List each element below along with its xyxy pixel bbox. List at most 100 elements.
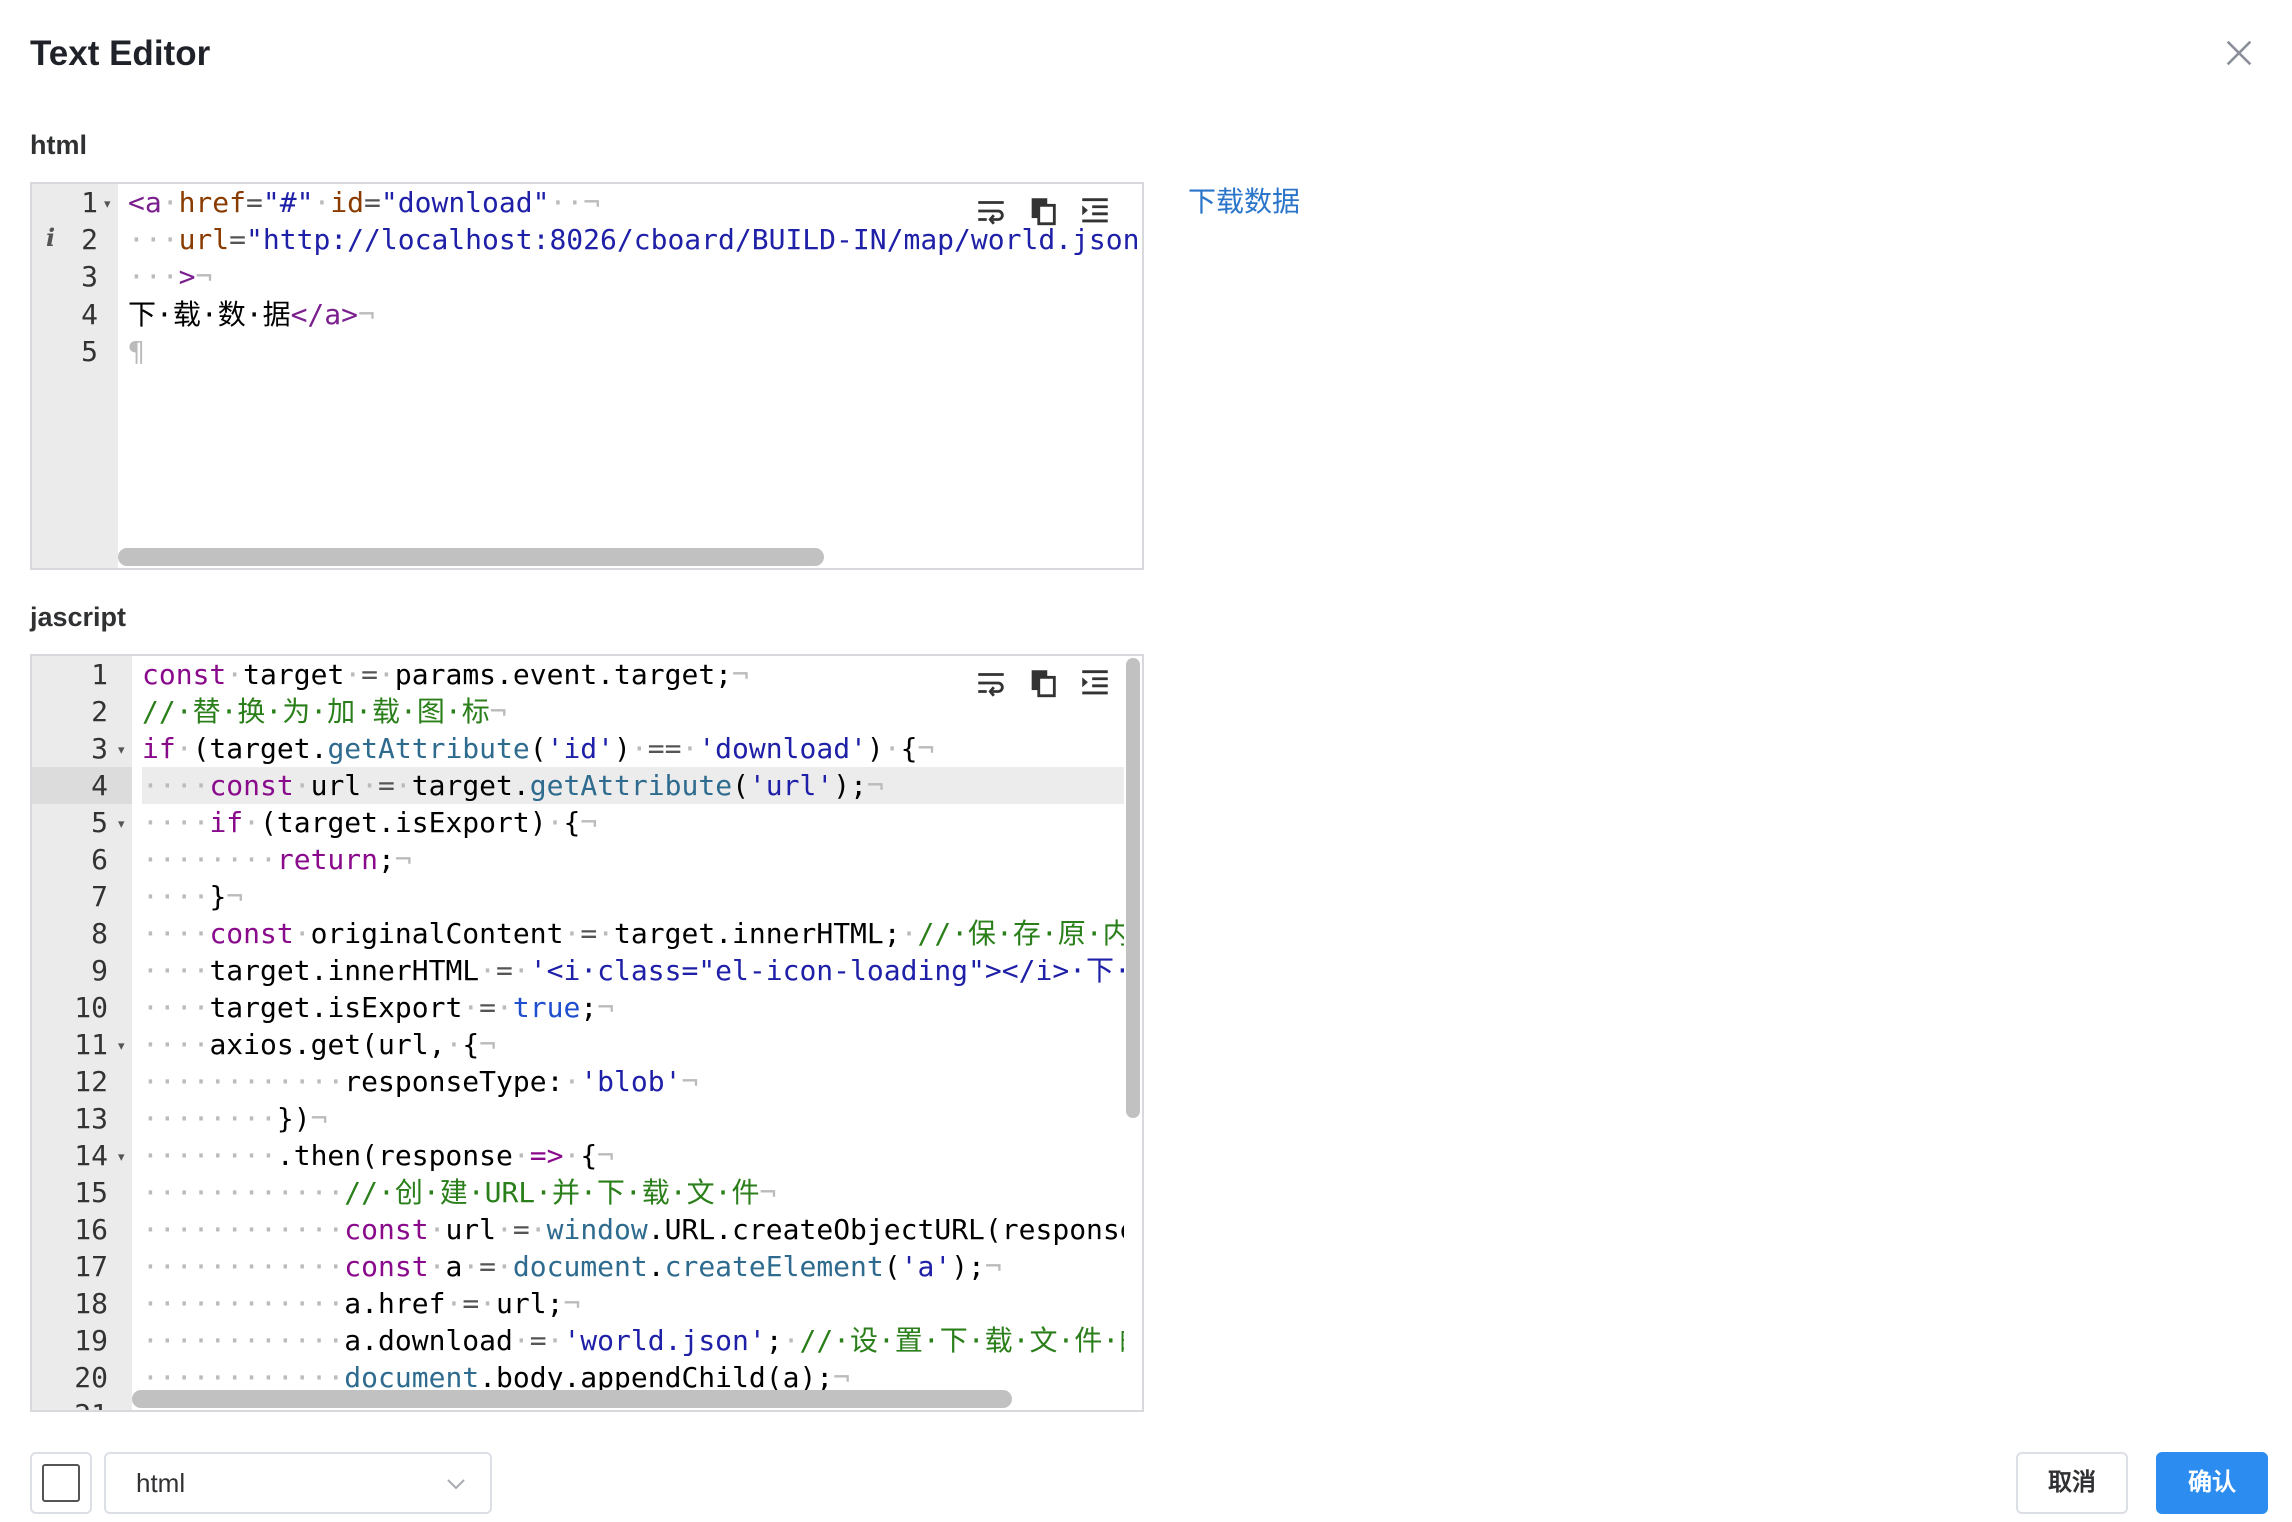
code-line[interactable]: ····const·url·=·target.getAttribute('url… bbox=[142, 767, 1124, 804]
cancel-button[interactable]: 取消 bbox=[2016, 1452, 2128, 1514]
code-token: · bbox=[563, 917, 581, 950]
code-token: ( bbox=[883, 1250, 901, 1283]
code-line[interactable]: if·(target.getAttribute('id')·==·'downlo… bbox=[142, 730, 1124, 767]
code-token: · bbox=[479, 954, 497, 987]
code-token: · bbox=[512, 954, 530, 987]
code-token: const bbox=[344, 1213, 429, 1246]
code-line[interactable]: ····target.isExport·=·true;¬ bbox=[142, 989, 1124, 1026]
dialog-title: Text Editor bbox=[30, 34, 211, 73]
code-token: (target. bbox=[192, 732, 328, 765]
line-number: 4 bbox=[32, 767, 132, 804]
code-line[interactable]: ········})¬ bbox=[142, 1100, 1124, 1137]
javascript-code-area[interactable]: const·target·=·params.event.target;¬//·替… bbox=[142, 656, 1124, 1410]
code-token: ············ bbox=[142, 1250, 345, 1283]
line-number: 20 bbox=[74, 1361, 108, 1394]
code-token: 下·载·数·据 bbox=[128, 297, 291, 331]
code-token: = bbox=[361, 658, 379, 691]
toggle-checkbox[interactable] bbox=[30, 1452, 92, 1514]
code-token: · bbox=[512, 1324, 530, 1357]
checkbox-inner bbox=[42, 1464, 80, 1502]
code-token: = bbox=[496, 954, 513, 987]
code-line[interactable]: ····if·(target.isExport)·{¬ bbox=[142, 804, 1124, 841]
code-token: const bbox=[209, 917, 294, 950]
code-line[interactable]: ····}¬ bbox=[142, 878, 1124, 915]
code-token: · bbox=[226, 658, 244, 691]
code-token: = bbox=[580, 917, 598, 950]
language-select[interactable]: html bbox=[104, 1452, 492, 1514]
code-token: ¬ bbox=[394, 843, 412, 876]
fold-toggle-icon[interactable]: ▾ bbox=[118, 1149, 125, 1165]
html-code-area[interactable]: <a·href="#"·id="download"··¬ ···url="http… bbox=[128, 184, 1142, 568]
code-line[interactable]: 下·载·数·据</a>¬ bbox=[128, 296, 1142, 333]
code-token: ········ bbox=[142, 1139, 277, 1172]
code-token: 'world.json' bbox=[563, 1324, 766, 1357]
code-line[interactable]: ············//·创·建·URL·并·下·载·文·件¬ bbox=[142, 1174, 1124, 1211]
code-token: if bbox=[142, 732, 176, 765]
code-token: = bbox=[479, 1250, 497, 1283]
code-token: ¬ bbox=[563, 1287, 581, 1320]
wrap-lines-icon[interactable] bbox=[974, 194, 1008, 228]
html-code-editor[interactable]: 1 ▾ 2 i 3 4 5 <a·href="#"·id="download"··¬ ···u… bbox=[30, 182, 1144, 570]
code-token: ···· bbox=[142, 806, 210, 839]
code-token: · bbox=[900, 917, 918, 950]
horizontal-scrollbar[interactable] bbox=[132, 1390, 1012, 1408]
fold-toggle-icon[interactable]: ▾ bbox=[118, 1038, 125, 1054]
code-token: </a> bbox=[290, 297, 359, 331]
code-token: > bbox=[178, 260, 196, 294]
code-token: document bbox=[512, 1250, 648, 1283]
code-token: · bbox=[293, 917, 311, 950]
code-token: params.event.target; bbox=[394, 658, 733, 691]
code-line[interactable]: ············a.download·=·'world.json';·/… bbox=[142, 1322, 1124, 1359]
fold-toggle-icon[interactable]: ▾ bbox=[118, 816, 125, 832]
code-token: ¬ bbox=[195, 260, 213, 294]
fold-toggle-icon[interactable]: ▾ bbox=[104, 196, 111, 212]
code-token: ; bbox=[580, 991, 598, 1024]
code-line[interactable]: ············a.href·=·url;¬ bbox=[142, 1285, 1124, 1322]
code-token: = bbox=[246, 186, 263, 219]
code-token: ···· bbox=[142, 954, 210, 987]
code-token: }) bbox=[276, 1102, 311, 1135]
fold-toggle-icon[interactable]: ▾ bbox=[118, 742, 125, 758]
code-line[interactable]: ············responseType:·'blob'¬ bbox=[142, 1063, 1124, 1100]
code-line[interactable]: ¶ bbox=[128, 333, 1142, 370]
line-number: 10 bbox=[74, 991, 108, 1024]
code-token: ···· bbox=[142, 880, 210, 913]
javascript-editor-label: jascript bbox=[30, 602, 127, 632]
confirm-button[interactable]: 确认 bbox=[2156, 1452, 2268, 1514]
code-token: '<i·class="el-icon-loading"></i>·下·载 bbox=[529, 954, 1124, 987]
wrap-lines-icon[interactable] bbox=[974, 666, 1008, 700]
copy-icon[interactable] bbox=[1026, 194, 1060, 228]
code-token: · bbox=[546, 1324, 564, 1357]
format-indent-icon[interactable] bbox=[1078, 666, 1112, 700]
code-line[interactable]: ············const·url·=·window.URL.creat… bbox=[142, 1211, 1124, 1248]
code-line[interactable]: ····const·originalContent·=·target.inner… bbox=[142, 915, 1124, 952]
code-token: createElement bbox=[664, 1250, 884, 1283]
language-select-value: html bbox=[136, 1468, 186, 1498]
close-icon[interactable] bbox=[2222, 36, 2256, 70]
code-line[interactable]: ········return;¬ bbox=[142, 841, 1124, 878]
code-token: href bbox=[178, 186, 247, 219]
line-number: 21 bbox=[32, 1396, 132, 1410]
code-token: const bbox=[142, 658, 227, 691]
code-token: axios.get(url, bbox=[209, 1028, 446, 1061]
code-token: ); bbox=[833, 769, 867, 802]
javascript-code-editor[interactable]: 123▾45▾67891011▾121314▾15161718192021 co… bbox=[30, 654, 1144, 1412]
code-line[interactable]: ············const·a·=·document.createEle… bbox=[142, 1248, 1124, 1285]
download-data-link[interactable]: 下载数据 bbox=[1188, 180, 1300, 220]
code-token: · bbox=[175, 732, 193, 765]
format-indent-icon[interactable] bbox=[1078, 194, 1112, 228]
copy-icon[interactable] bbox=[1026, 666, 1060, 700]
code-token: ¬ bbox=[358, 297, 375, 331]
code-line[interactable]: ········.then(response·=>·{¬ bbox=[142, 1137, 1124, 1174]
code-line[interactable]: ···>¬ bbox=[128, 258, 1142, 295]
horizontal-scrollbar[interactable] bbox=[118, 548, 824, 566]
code-line[interactable]: ····axios.get(url,·{¬ bbox=[142, 1026, 1124, 1063]
vertical-scrollbar[interactable] bbox=[1126, 658, 1140, 1118]
code-token: ¬ bbox=[597, 1139, 615, 1172]
line-number: 6 bbox=[91, 843, 108, 876]
code-token: ¬ bbox=[732, 658, 749, 691]
line-number: 14 bbox=[74, 1139, 108, 1172]
code-token: if bbox=[209, 806, 244, 839]
code-line[interactable]: ····target.innerHTML·=·'<i·class="el-ico… bbox=[142, 952, 1124, 989]
line-number: 17 bbox=[74, 1250, 108, 1283]
